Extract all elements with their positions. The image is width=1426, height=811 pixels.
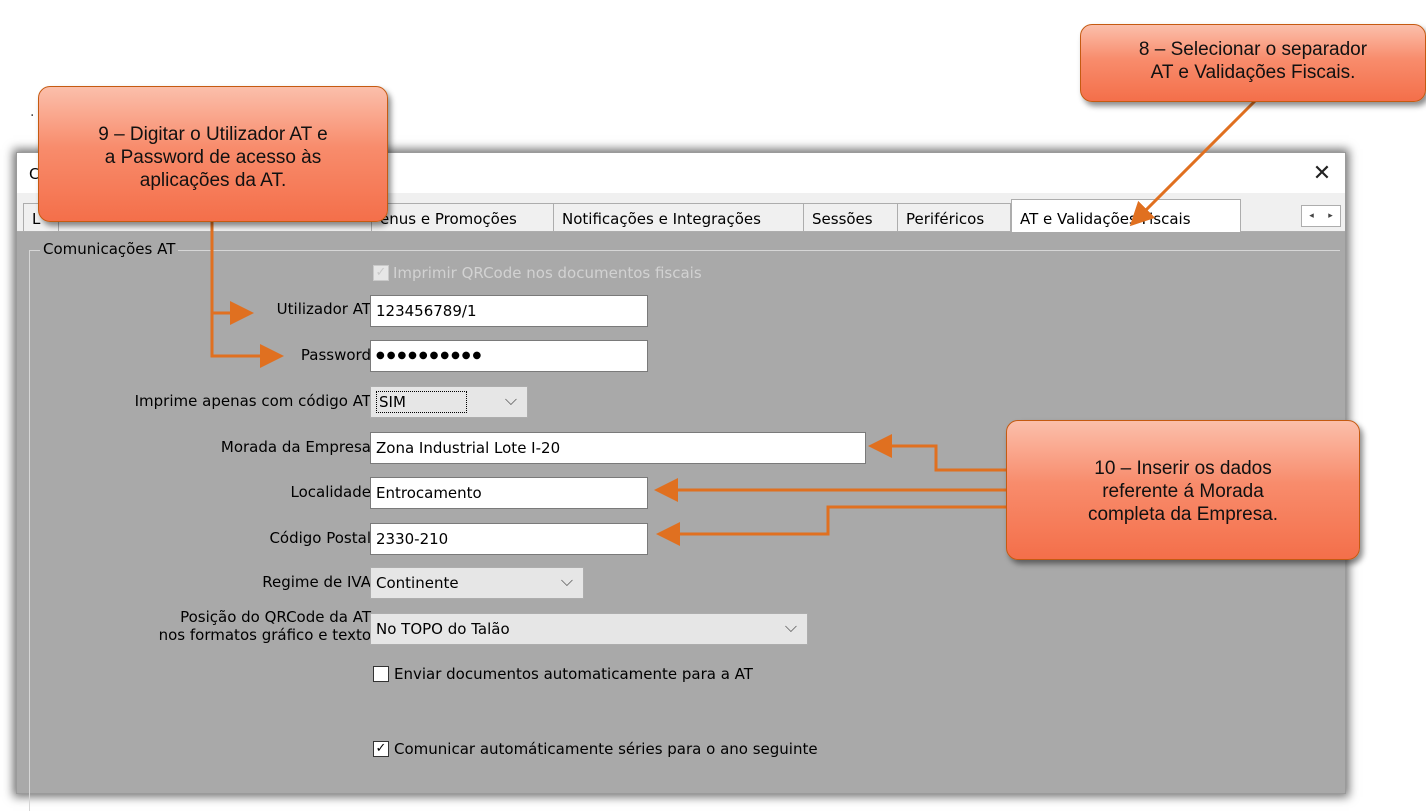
callout-step8: 8 – Selecionar o separador AT e Validaçõ… [1080,24,1426,102]
localidade-input[interactable]: Entrocamento [370,477,648,509]
posicao-qrcode-label-line2: nos formatos gráfico e texto [158,626,371,644]
qrcode-checkbox[interactable]: ✓ [373,265,389,281]
callout-step10: 10 – Inserir os dados referente á Morada… [1006,420,1360,560]
tab-sessoes[interactable]: Sessões [803,203,899,231]
morada-label: Morada da Empresa [220,438,371,456]
tab-perifericos[interactable]: Periféricos [897,203,1011,231]
callout-step10-line3: completa da Empresa. [1087,504,1279,525]
tab-at-validacoes-fiscais[interactable]: AT e Validações Fiscais [1011,199,1241,232]
chevron-down-icon: ⌵ [504,390,517,409]
tab-menus-promocoes[interactable]: enus e Promoções [371,203,563,231]
posicao-qrcode-select[interactable]: No TOPO do Talão ⌵ [370,613,808,645]
callout-step10-line2: referente á Morada [1102,481,1264,502]
group-title: Comunicações AT [40,240,179,258]
posicao-qrcode-value: No TOPO do Talão [376,620,510,638]
stray-dot: . [30,104,35,120]
tab-scroll-buttons: ◂ ▸ [1301,205,1341,227]
tab-scroll-left-icon[interactable]: ◂ [1302,206,1321,226]
callout-step8-line2: AT e Validações Fiscais. [1150,62,1356,83]
enviar-docs-label: Enviar documentos automaticamente para a… [394,665,753,683]
morada-input[interactable]: Zona Industrial Lote I-20 [370,432,866,464]
codigo-postal-label: Código Postal [269,529,371,547]
regime-iva-value: Continente [376,574,459,592]
callout-step9: 9 – Digitar o Utilizador AT e a Password… [38,86,388,222]
chevron-down-icon: ⌵ [784,617,797,636]
utilizador-at-label: Utilizador AT [276,300,371,318]
comunicar-series-label: Comunicar automáticamente séries para o … [394,740,818,758]
comunicar-series-checkbox[interactable]: ✓ [373,741,389,757]
callout-step9-line3: aplicações da AT. [139,170,287,191]
callout-step10-line1: 10 – Inserir os dados [1094,458,1272,479]
password-label: Password [300,346,371,364]
tab-notificacoes-integracoes[interactable]: Notificações e Integrações [553,203,805,231]
callout-step8-line1: 8 – Selecionar o separador [1138,39,1368,60]
close-icon[interactable]: ✕ [1307,159,1337,189]
imprime-codigo-at-value: SIM [376,391,467,413]
password-input[interactable]: ●●●●●●●●●● [370,340,648,372]
regime-iva-select[interactable]: Continente ⌵ [370,567,584,599]
utilizador-at-input[interactable]: 123456789/1 [370,295,648,327]
localidade-label: Localidade [290,483,371,501]
imprime-codigo-at-select[interactable]: SIM ⌵ [370,386,528,418]
codigo-postal-input[interactable]: 2330-210 [370,523,648,555]
imprime-codigo-at-label: Imprime apenas com código AT [134,392,371,410]
regime-iva-label: Regime de IVA [262,573,371,591]
chevron-down-icon: ⌵ [560,571,573,590]
tab-scroll-right-icon[interactable]: ▸ [1321,206,1340,226]
enviar-docs-checkbox[interactable] [373,666,389,682]
callout-step9-line2: a Password de acesso às [104,147,322,168]
qrcode-checkbox-label: Imprimir QRCode nos documentos fiscais [393,264,702,282]
posicao-qrcode-label-line1: Posição do QRCode da AT [180,608,371,626]
callout-step9-line1: 9 – Digitar o Utilizador AT e [98,124,328,145]
